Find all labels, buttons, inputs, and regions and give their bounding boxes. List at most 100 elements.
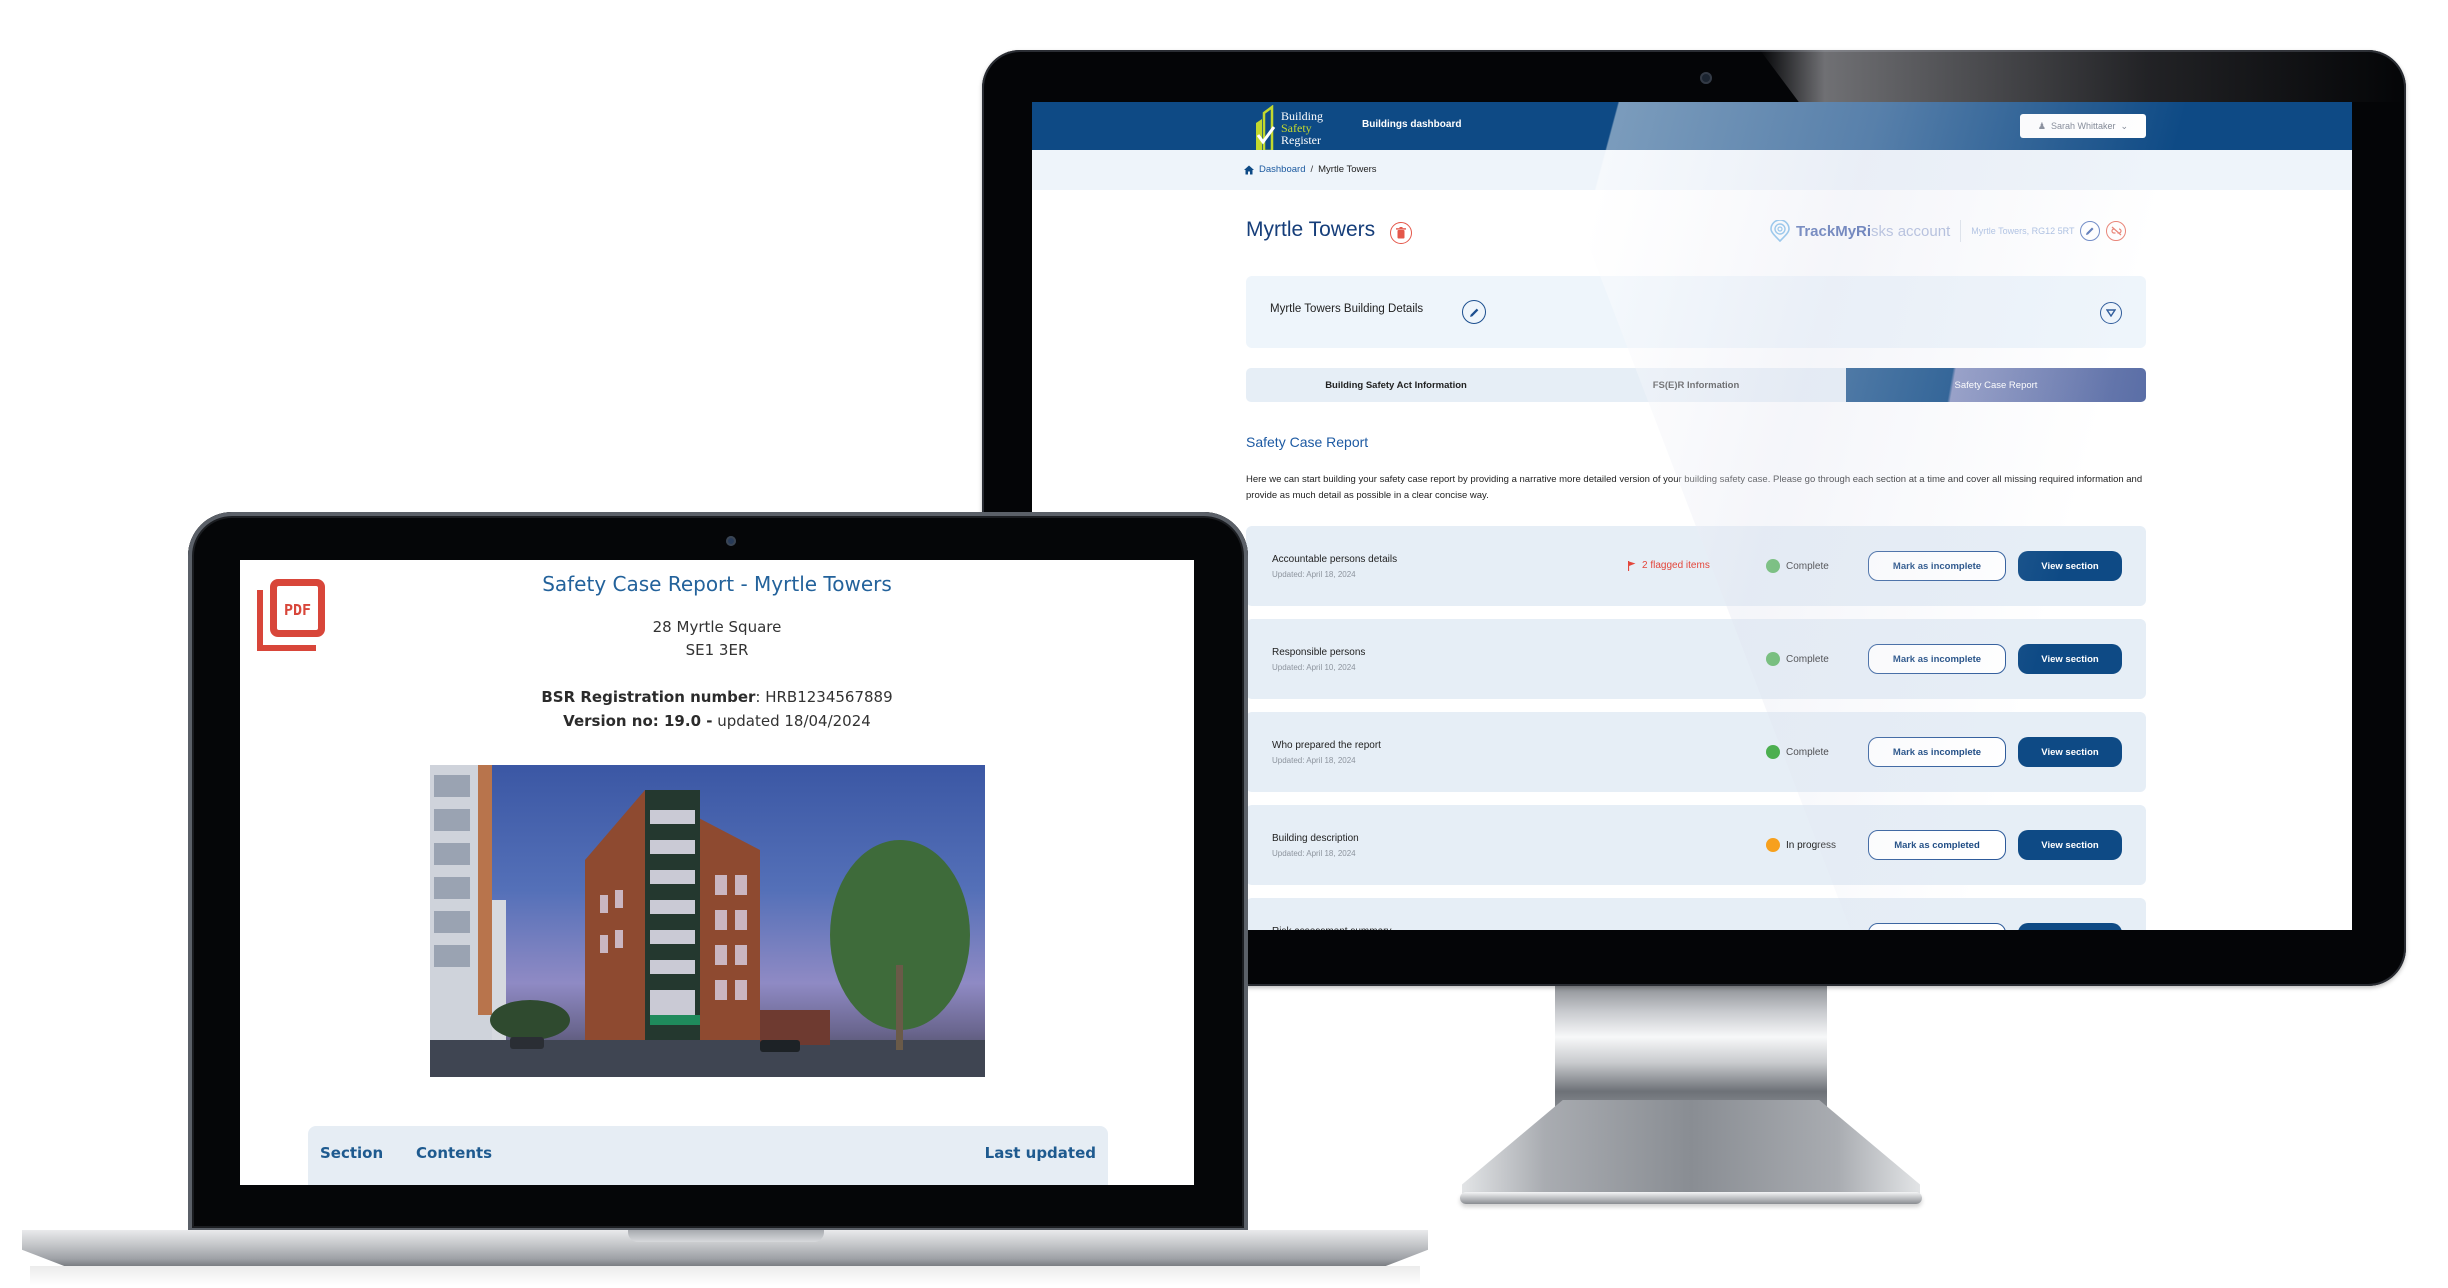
status-dot-icon: [1766, 652, 1780, 666]
report-title: Safety Case Report - Myrtle Towers: [542, 572, 892, 596]
building-safety-register-logo[interactable]: Building Safety Register: [1252, 105, 1323, 151]
status-dot-icon: [1766, 838, 1780, 852]
view-section-button[interactable]: View section: [2018, 551, 2122, 581]
user-name: Sarah Whittaker: [2051, 121, 2116, 131]
section-updated: Updated: April 18, 2024: [1272, 570, 1356, 579]
building-details-card[interactable]: Myrtle Towers Building Details: [1246, 276, 2146, 348]
section-updated: Updated: April 10, 2024: [1272, 663, 1356, 672]
report-section-row: Risk assessment summary: [1246, 898, 2146, 930]
expand-details-button[interactable]: [2100, 302, 2122, 324]
breadcrumb: Dashboard / Myrtle Towers: [1244, 164, 1377, 175]
unlink-icon: [2111, 226, 2122, 236]
unlink-trackmyrisks-button[interactable]: [2106, 221, 2127, 241]
laptop-screen: PDF Safety Case Report - Myrtle Towers 2…: [240, 560, 1194, 1185]
laptop-shadow: [30, 1266, 1420, 1286]
monitor-stand-foot: [1462, 1100, 1920, 1196]
section-title: Risk assessment summary: [1272, 926, 1391, 930]
section-updated: Updated: April 18, 2024: [1272, 849, 1356, 858]
laptop-camera: [726, 536, 736, 546]
status-dot-icon: [1766, 745, 1780, 759]
tabs: Building Safety Act Information FS(E)R I…: [1246, 368, 2146, 402]
app-header: Building Safety Register Buildings dashb…: [1032, 102, 2352, 151]
building-check-icon: [1256, 105, 1276, 151]
divider: [1960, 220, 1962, 242]
contents-table-header: Section Contents Last updated: [308, 1126, 1108, 1185]
toggle-completion-button[interactable]: [1868, 923, 2006, 930]
tab-fser-information[interactable]: FS(E)R Information: [1546, 368, 1846, 402]
trackmyrisks-label-strong: TrackMyRi: [1796, 222, 1872, 240]
logo-line-3: Register: [1281, 133, 1321, 147]
pencil-icon: [2086, 227, 2094, 235]
breadcrumb-current: Myrtle Towers: [1318, 164, 1377, 175]
view-section-button[interactable]: View section: [2018, 830, 2122, 860]
flagged-items-label: 2 flagged items: [1642, 560, 1710, 571]
breadcrumb-separator: /: [1310, 164, 1314, 175]
section-title: Building description: [1272, 833, 1359, 844]
version-info: Version no: 19.0 - updated 18/04/2024: [240, 712, 1194, 730]
report-section-row: Accountable persons details Updated: Apri…: [1246, 526, 2146, 606]
report-section-row: Building description Updated: April 18, 2…: [1246, 805, 2146, 885]
breadcrumb-dashboard[interactable]: Dashboard: [1259, 164, 1305, 175]
breadcrumb-bar: Dashboard / Myrtle Towers: [1032, 150, 2352, 190]
address-line-2: SE1 3ER: [685, 641, 749, 659]
trackmyrisks-label-faded: sks account: [1871, 222, 1951, 240]
status-label: Complete: [1786, 746, 1829, 758]
edit-trackmyrisks-button[interactable]: [2080, 221, 2101, 241]
user-menu-button[interactable]: ♟ Sarah Whittaker ⌄: [2020, 114, 2146, 138]
toggle-completion-button[interactable]: Mark as incomplete: [1868, 737, 2006, 767]
monitor-camera: [1700, 72, 1712, 84]
page-title: Myrtle Towers: [1246, 218, 1376, 241]
toggle-completion-button[interactable]: Mark as incomplete: [1868, 644, 2006, 674]
toggle-completion-button[interactable]: Mark as completed: [1868, 830, 2006, 860]
chevron-down-icon: ⌄: [2120, 120, 2129, 131]
section-updated: Updated: April 18, 2024: [1272, 756, 1356, 765]
section-status: In progress: [1766, 838, 1836, 852]
section-title: Responsible persons: [1272, 647, 1366, 658]
pencil-icon: [1469, 308, 1478, 317]
flagged-items[interactable]: 2 flagged items: [1628, 560, 1710, 571]
bsr-registration: BSR Registration number: HRB1234567889: [240, 688, 1194, 706]
pdf-icon-label: PDF: [284, 601, 311, 619]
bsr-value: : HRB1234567889: [755, 688, 893, 706]
report-sections-list: Accountable persons details Updated: Apri…: [1246, 526, 2146, 930]
home-icon[interactable]: [1244, 165, 1254, 175]
view-section-button[interactable]: [2018, 923, 2122, 930]
trackmyrisks-address: Myrtle Towers, RG12 5RT: [1971, 226, 2075, 236]
edit-building-details-button[interactable]: [1462, 300, 1486, 324]
building-photo: [430, 765, 985, 1077]
status-label: Complete: [1786, 560, 1829, 572]
tab-safety-case-report[interactable]: Safety Case Report: [1846, 368, 2146, 402]
bsr-label: BSR Registration number: [541, 688, 756, 706]
logo-text: Building Safety Register: [1281, 110, 1323, 146]
chevron-down-circle-icon: [2106, 309, 2116, 317]
version-label: Version no: 19.0 -: [563, 712, 713, 730]
building-details-title: Myrtle Towers Building Details: [1270, 303, 1424, 315]
status-dot-icon: [1766, 559, 1780, 573]
status-label: Complete: [1786, 653, 1829, 665]
toggle-completion-button[interactable]: Mark as incomplete: [1868, 551, 2006, 581]
flag-icon: [1628, 560, 1636, 571]
trackmyrisks-account: TrackMyRisks account Myrtle Towers, RG12…: [1770, 220, 2127, 242]
section-heading: Safety Case Report: [1246, 434, 1369, 450]
section-title: Who prepared the report: [1272, 740, 1381, 751]
tab-building-safety-act[interactable]: Building Safety Act Information: [1246, 368, 1546, 402]
header-section: Section: [320, 1144, 384, 1162]
section-description: Here we can start building your safety c…: [1246, 474, 2143, 501]
monitor-stand-base-edge: [1460, 1192, 1922, 1204]
nav-buildings-dashboard[interactable]: Buildings dashboard: [1362, 119, 1461, 130]
section-status: Complete: [1766, 745, 1829, 759]
header-last-updated: Last updated: [984, 1144, 1096, 1162]
laptop-opening-notch: [628, 1230, 824, 1242]
building-illustration: [430, 765, 985, 1077]
address-line-1: 28 Myrtle Square: [652, 618, 782, 636]
report-section-row: Who prepared the report Updated: April 18…: [1246, 712, 2146, 792]
location-pin-icon: [1770, 220, 1790, 242]
header-contents: Contents: [416, 1144, 493, 1162]
version-value: updated 18/04/2024: [712, 712, 871, 730]
view-section-button[interactable]: View section: [2018, 644, 2122, 674]
delete-building-button[interactable]: [1390, 222, 1412, 244]
trackmyrisks-label: TrackMyRisks account: [1796, 223, 1950, 240]
view-section-button[interactable]: View section: [2018, 737, 2122, 767]
section-status: Complete: [1766, 652, 1829, 666]
trash-icon: [1396, 227, 1406, 239]
